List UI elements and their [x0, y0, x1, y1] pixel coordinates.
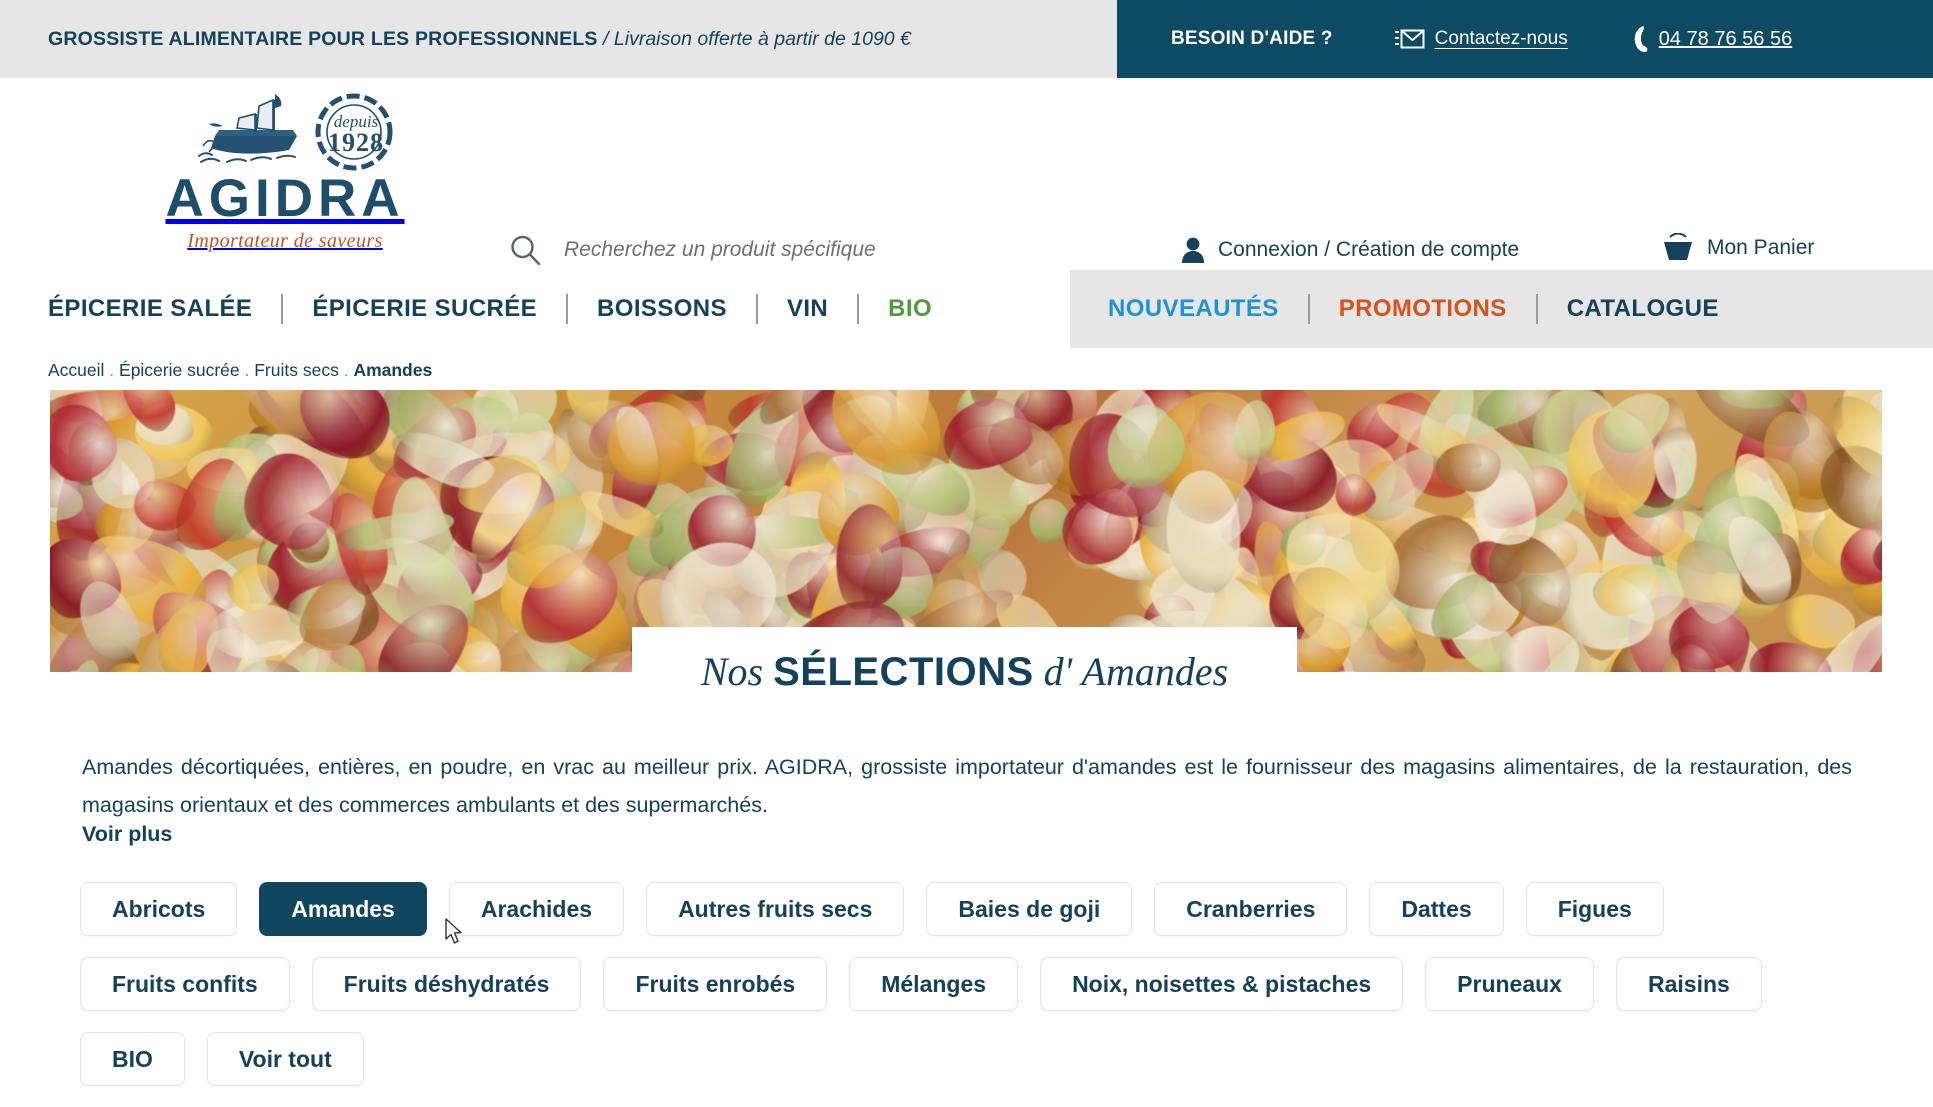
- breadcrumb-item--picerie-sucr-e[interactable]: Épicerie sucrée: [119, 360, 240, 380]
- cart-label: Mon Panier: [1707, 236, 1815, 259]
- nav-item-vin[interactable]: VIN: [787, 295, 828, 323]
- breadcrumb: Accueil . Épicerie sucrée . Fruits secs …: [48, 360, 432, 381]
- filter-chip-figues[interactable]: Figues: [1525, 882, 1664, 936]
- tagline-italic: / Livraison offerte à partir de 1090 €: [597, 28, 911, 50]
- filter-chip-m-langes[interactable]: Mélanges: [849, 957, 1019, 1011]
- nav-secondary-group: NOUVEAUTÉS PROMOTIONS CATALOGUE: [1108, 270, 1719, 348]
- hero-title-box: Nos SÉLECTIONS d' Amandes: [632, 627, 1297, 717]
- filter-chip-fruits-confits[interactable]: Fruits confits: [80, 957, 290, 1011]
- category-filter-list: Abricots Amandes Arachides Autres fruits se…: [80, 882, 1880, 1086]
- search-input[interactable]: [564, 238, 1164, 262]
- help-panel: BESOIN D'AIDE ? Contactez-nous 04 78 76 …: [1117, 0, 1933, 78]
- filter-chip-noix-noisettes-pistaches[interactable]: Noix, noisettes & pistaches: [1040, 957, 1404, 1011]
- nav-primary-group: ÉPICERIE SALÉE ÉPICERIE SUCRÉE BOISSONS VIN…: [48, 270, 932, 348]
- tagline: GROSSISTE ALIMENTAIRE POUR LES PROFESSIO…: [48, 0, 911, 78]
- filter-chip-voir-tout[interactable]: Voir tout: [206, 1032, 364, 1086]
- filter-chip-amandes[interactable]: Amandes: [259, 882, 427, 936]
- nav-separator: [1307, 294, 1310, 324]
- phone-link[interactable]: 04 78 76 56 56: [1632, 24, 1792, 54]
- nav-item-picerie-sal-e[interactable]: ÉPICERIE SALÉE: [48, 295, 252, 323]
- top-utility-bar: GROSSISTE ALIMENTAIRE POUR LES PROFESSIO…: [0, 0, 1933, 78]
- filter-chip-baies-de-goji[interactable]: Baies de goji: [926, 882, 1133, 936]
- tagline-strong: GROSSISTE ALIMENTAIRE POUR LES PROFESSIO…: [48, 28, 598, 50]
- filter-chip-abricots[interactable]: Abricots: [80, 882, 238, 936]
- basket-icon: [1661, 233, 1695, 263]
- breadcrumb-separator: .: [338, 360, 354, 380]
- nav-item-promotions[interactable]: PROMOTIONS: [1339, 295, 1507, 323]
- contact-us-link[interactable]: Contactez-nous: [1394, 27, 1568, 51]
- search-icon[interactable]: [508, 233, 542, 267]
- nav-separator: [566, 294, 569, 324]
- nav-separator: [1535, 294, 1538, 324]
- breadcrumb-separator: .: [239, 360, 255, 380]
- nav-separator: [755, 294, 758, 324]
- phone-icon: [1632, 24, 1650, 54]
- user-icon: [1180, 236, 1206, 264]
- account-link[interactable]: Connexion / Création de compte: [1180, 236, 1519, 264]
- category-description: Amandes décortiquées, entières, en poudr…: [82, 755, 1852, 817]
- filter-chip-pruneaux[interactable]: Pruneaux: [1425, 957, 1594, 1011]
- nav-item-nouveaut-s[interactable]: NOUVEAUTÉS: [1108, 295, 1279, 323]
- nav-item-bio[interactable]: BIO: [888, 295, 932, 323]
- site-logo[interactable]: depuis 1928 AGIDRA Importateur de saveur…: [135, 90, 435, 260]
- nav-item-picerie-sucr-e[interactable]: ÉPICERIE SUCRÉE: [312, 295, 537, 323]
- search-row: [508, 226, 1188, 274]
- since-badge-text-2: 1928: [328, 128, 384, 157]
- breadcrumb-item-fruits-secs[interactable]: Fruits secs: [254, 360, 339, 380]
- page-title-suffix: d' Amandes: [1033, 649, 1229, 694]
- site-header: depuis 1928 AGIDRA Importateur de saveur…: [0, 78, 1933, 286]
- nav-item-catalogue[interactable]: CATALOGUE: [1567, 295, 1719, 323]
- filter-chip-arachides[interactable]: Arachides: [448, 882, 625, 936]
- filter-chip-fruits-enrob-s[interactable]: Fruits enrobés: [603, 957, 828, 1011]
- page-title-prefix: Nos: [700, 649, 774, 694]
- envelope-icon: [1394, 27, 1425, 51]
- logo-tagline: Importateur de saveurs: [187, 230, 383, 252]
- filter-chip-raisins[interactable]: Raisins: [1615, 957, 1762, 1011]
- main-navigation: ÉPICERIE SALÉE ÉPICERIE SUCRÉE BOISSONS VIN…: [0, 270, 1933, 348]
- breadcrumb-item-amandes: Amandes: [353, 360, 433, 380]
- filter-chip-autres-fruits-secs[interactable]: Autres fruits secs: [646, 882, 905, 936]
- contact-us-label: Contactez-nous: [1434, 28, 1568, 49]
- breadcrumb-item-accueil[interactable]: Accueil: [48, 360, 104, 380]
- nav-separator: [857, 294, 860, 324]
- account-label: Connexion / Création de compte: [1218, 238, 1520, 261]
- page-root: GROSSISTE ALIMENTAIRE POUR LES PROFESSIO…: [0, 0, 1933, 1107]
- ship-icon: [193, 90, 318, 177]
- breadcrumb-separator: .: [104, 360, 120, 380]
- filter-chip-fruits-d-shydrat-s[interactable]: Fruits déshydratés: [311, 957, 582, 1011]
- filter-chip-cranberries[interactable]: Cranberries: [1154, 882, 1348, 936]
- nav-item-boissons[interactable]: BOISSONS: [597, 295, 727, 323]
- voir-plus-link[interactable]: Voir plus: [82, 822, 172, 847]
- page-title: Nos SÉLECTIONS d' Amandes: [700, 649, 1229, 694]
- phone-number: 04 78 76 56 56: [1658, 27, 1793, 50]
- page-title-main: SÉLECTIONS: [773, 650, 1034, 694]
- nav-separator: [281, 294, 284, 324]
- cart-link[interactable]: Mon Panier: [1661, 233, 1814, 263]
- help-label: BESOIN D'AIDE ?: [1171, 28, 1333, 49]
- logo-wordmark: AGIDRA: [165, 169, 405, 228]
- filter-chip-dattes[interactable]: Dattes: [1369, 882, 1504, 936]
- filter-chip-bio[interactable]: BIO: [80, 1032, 185, 1086]
- logo-mark: depuis 1928: [135, 90, 435, 171]
